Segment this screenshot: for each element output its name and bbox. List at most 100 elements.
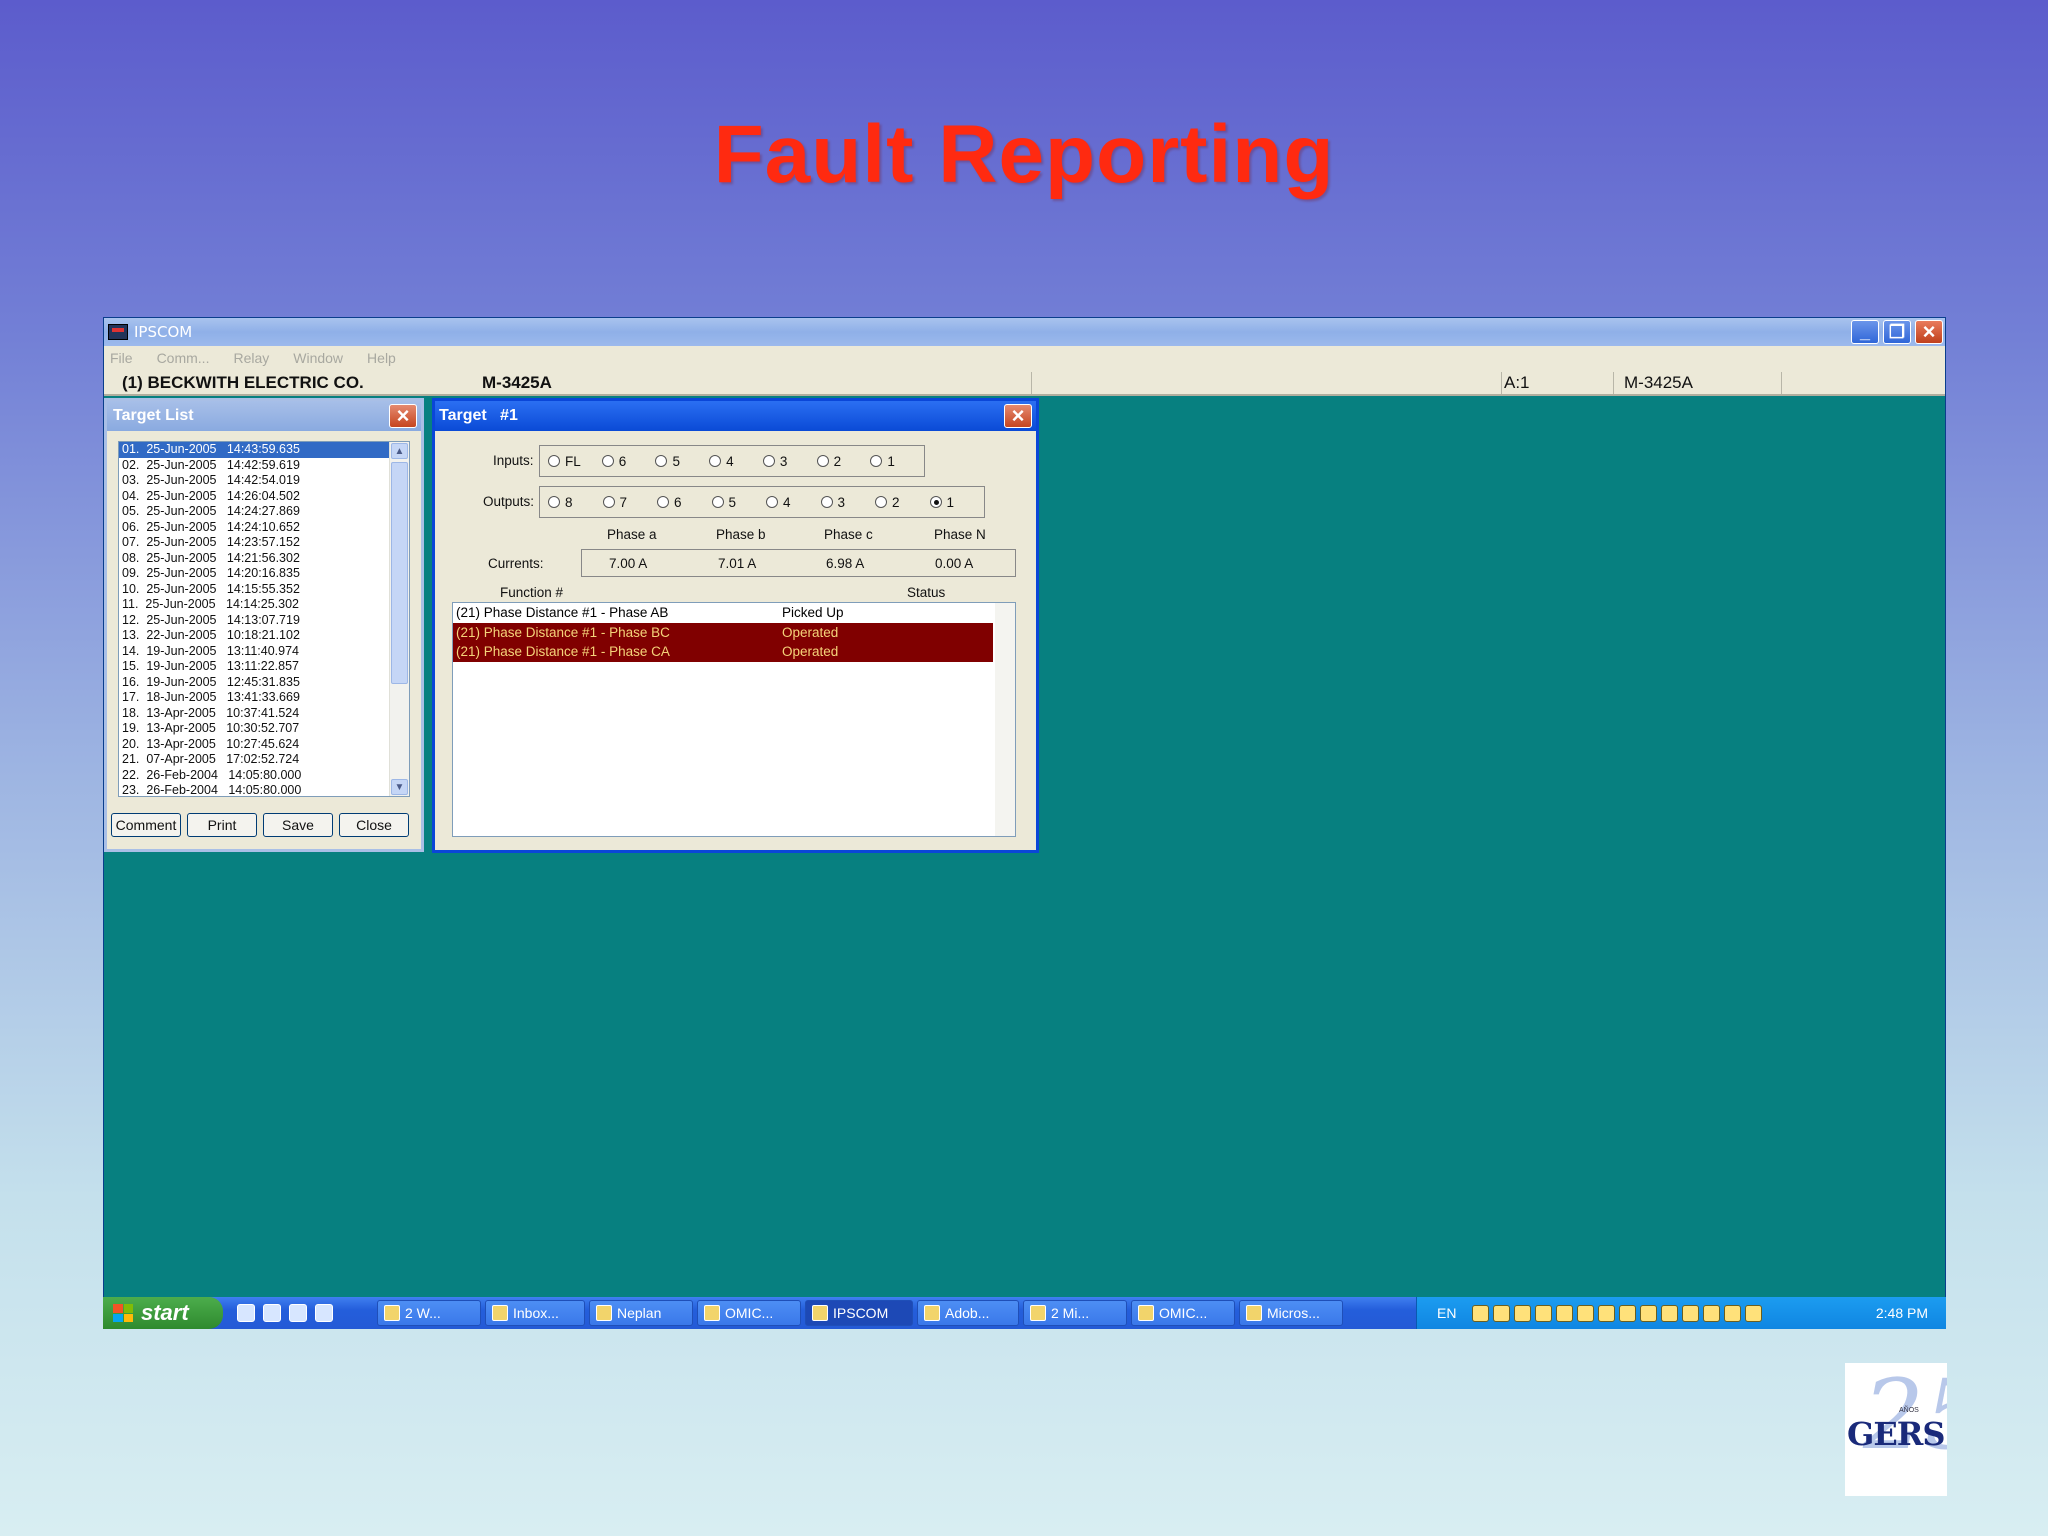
taskbar-button[interactable]: Adob... (917, 1300, 1019, 1326)
target-list-item[interactable]: 03. 25-Jun-2005 14:42:54.019 (119, 473, 389, 489)
volume-icon[interactable] (1745, 1304, 1763, 1322)
target-list-item[interactable]: 06. 25-Jun-2005 14:24:10.652 (119, 520, 389, 536)
input-radio-6[interactable]: 6 (601, 454, 656, 469)
radio-icon[interactable] (875, 496, 887, 508)
target-close-icon[interactable]: × (1004, 403, 1032, 428)
browser-icon[interactable] (263, 1304, 281, 1322)
output-radio-3[interactable]: 3 (820, 495, 876, 510)
function-row[interactable]: (21) Phase Distance #1 - Phase AB Picked … (453, 603, 993, 623)
bluetooth-icon[interactable] (1661, 1304, 1679, 1322)
target-list-item[interactable]: 18. 13-Apr-2005 10:37:41.524 (119, 706, 389, 722)
tray-icon-9[interactable] (1640, 1304, 1658, 1322)
menu-relay[interactable]: Relay (233, 350, 269, 366)
target-list-item[interactable]: 13. 22-Jun-2005 10:18:21.102 (119, 628, 389, 644)
target-list-close-icon[interactable]: × (389, 403, 417, 428)
tray-icon-3[interactable] (1514, 1304, 1532, 1322)
output-radio-5[interactable]: 5 (711, 495, 767, 510)
scroll-thumb[interactable] (391, 462, 408, 684)
radio-icon[interactable] (870, 455, 883, 467)
menu-comm[interactable]: Comm... (157, 350, 210, 366)
tray-icon-2[interactable] (1493, 1304, 1511, 1322)
radio-icon[interactable] (711, 496, 724, 508)
taskbar-button[interactable]: OMIC... (697, 1300, 801, 1326)
taskbar-button[interactable]: Inbox... (485, 1300, 585, 1326)
target-list-item[interactable]: 11. 25-Jun-2005 14:14:25.302 (119, 597, 389, 613)
radio-icon[interactable] (709, 455, 722, 467)
function-row[interactable]: (21) Phase Distance #1 - Phase CA Operate… (453, 642, 993, 662)
taskbar-button[interactable]: Neplan (589, 1300, 693, 1326)
output-radio-1[interactable]: 1 (929, 495, 985, 510)
output-radio-8[interactable]: 8 (548, 495, 603, 510)
target-list-item[interactable]: 15. 19-Jun-2005 13:11:22.857 (119, 659, 389, 675)
target-list-item[interactable]: 21. 07-Apr-2005 17:02:52.724 (119, 752, 389, 768)
taskbar-button[interactable]: OMIC... (1131, 1300, 1235, 1326)
input-radio-4[interactable]: 4 (709, 454, 763, 469)
radio-icon[interactable] (548, 496, 560, 508)
close-button[interactable]: × (1915, 319, 1943, 344)
start-button[interactable]: start (103, 1297, 223, 1329)
target-list-scrollbar[interactable]: ▲ ▼ (389, 442, 409, 796)
input-radio-2[interactable]: 2 (816, 454, 871, 469)
input-radio-1[interactable]: 1 (870, 454, 924, 469)
tray-icon-8[interactable] (1619, 1304, 1637, 1322)
tray-icon-5[interactable] (1556, 1304, 1574, 1322)
target-list-item[interactable]: 12. 25-Jun-2005 14:13:07.719 (119, 613, 389, 629)
target-list-item[interactable]: 23. 26-Feb-2004 14:05:80.000 (119, 783, 389, 796)
clock[interactable]: 2:48 PM (1876, 1305, 1928, 1321)
target-list-item[interactable]: 14. 19-Jun-2005 13:11:40.974 (119, 644, 389, 660)
output-radio-2[interactable]: 2 (875, 495, 930, 510)
radio-icon[interactable] (820, 496, 833, 508)
menu-help[interactable]: Help (367, 350, 396, 366)
radio-icon[interactable] (655, 455, 668, 467)
target-list-titlebar[interactable]: Target List × (107, 401, 421, 431)
tray-icon-6[interactable] (1577, 1304, 1595, 1322)
target-titlebar[interactable]: Target #1 × (435, 401, 1036, 431)
target-list-item[interactable]: 08. 25-Jun-2005 14:21:56.302 (119, 551, 389, 567)
print-button[interactable]: Print (187, 813, 257, 837)
radio-icon[interactable] (816, 455, 829, 467)
function-list[interactable]: (21) Phase Distance #1 - Phase AB Picked … (452, 602, 1016, 837)
tray-icon-13[interactable] (1724, 1304, 1742, 1322)
minimize-button[interactable]: _ (1851, 320, 1879, 344)
target-list-item[interactable]: 02. 25-Jun-2005 14:42:59.619 (119, 458, 389, 474)
radio-icon[interactable] (657, 496, 669, 508)
scroll-up-icon[interactable]: ▲ (391, 443, 408, 459)
save-button[interactable]: Save (263, 813, 333, 837)
menu-window[interactable]: Window (293, 350, 343, 366)
target-list-item[interactable]: 17. 18-Jun-2005 13:41:33.669 (119, 690, 389, 706)
menu-file[interactable]: File (110, 350, 133, 366)
target-list-item[interactable]: 10. 25-Jun-2005 14:15:55.352 (119, 582, 389, 598)
network-icon[interactable] (1472, 1304, 1490, 1322)
taskbar-button[interactable]: IPSCOM (805, 1300, 913, 1326)
input-radio-5[interactable]: 5 (655, 454, 709, 469)
taskbar-button[interactable]: 2 W... (377, 1300, 481, 1326)
tray-icon-4[interactable] (1535, 1304, 1553, 1322)
radio-icon[interactable] (548, 455, 560, 467)
target-list-item[interactable]: 09. 25-Jun-2005 14:20:16.835 (119, 566, 389, 582)
app-titlebar[interactable]: IPSCOM _ ❐ × (104, 318, 1945, 346)
target-list-item[interactable]: 01. 25-Jun-2005 14:43:59.635 (119, 442, 389, 458)
radio-icon[interactable] (601, 455, 614, 467)
radio-icon[interactable] (602, 496, 615, 508)
close-list-button[interactable]: Close (339, 813, 409, 837)
ie-icon[interactable] (237, 1304, 255, 1322)
tray-icon-12[interactable] (1703, 1304, 1721, 1322)
target-list-item[interactable]: 07. 25-Jun-2005 14:23:57.152 (119, 535, 389, 551)
target-list-item[interactable]: 20. 13-Apr-2005 10:27:45.624 (119, 737, 389, 753)
tray-icon-11[interactable] (1682, 1304, 1700, 1322)
language-indicator[interactable]: EN (1437, 1305, 1456, 1321)
function-row[interactable]: (21) Phase Distance #1 - Phase BC Operate… (453, 622, 993, 642)
target-list-item[interactable]: 05. 25-Jun-2005 14:24:27.869 (119, 504, 389, 520)
output-radio-7[interactable]: 7 (602, 495, 658, 510)
radio-icon[interactable] (762, 455, 775, 467)
function-list-scrollbar[interactable] (995, 603, 1015, 836)
radio-icon[interactable] (929, 496, 942, 508)
taskbar-button[interactable]: Micros... (1239, 1300, 1343, 1326)
radio-icon[interactable] (766, 496, 778, 508)
input-radio-3[interactable]: 3 (762, 454, 817, 469)
restore-button[interactable]: ❐ (1883, 320, 1911, 344)
output-radio-4[interactable]: 4 (766, 495, 821, 510)
target-list-item[interactable]: 04. 25-Jun-2005 14:26:04.502 (119, 489, 389, 505)
target-list-box[interactable]: 01. 25-Jun-2005 14:43:59.635 02. 25-Jun-2… (118, 441, 410, 797)
mail-icon[interactable] (315, 1304, 333, 1322)
